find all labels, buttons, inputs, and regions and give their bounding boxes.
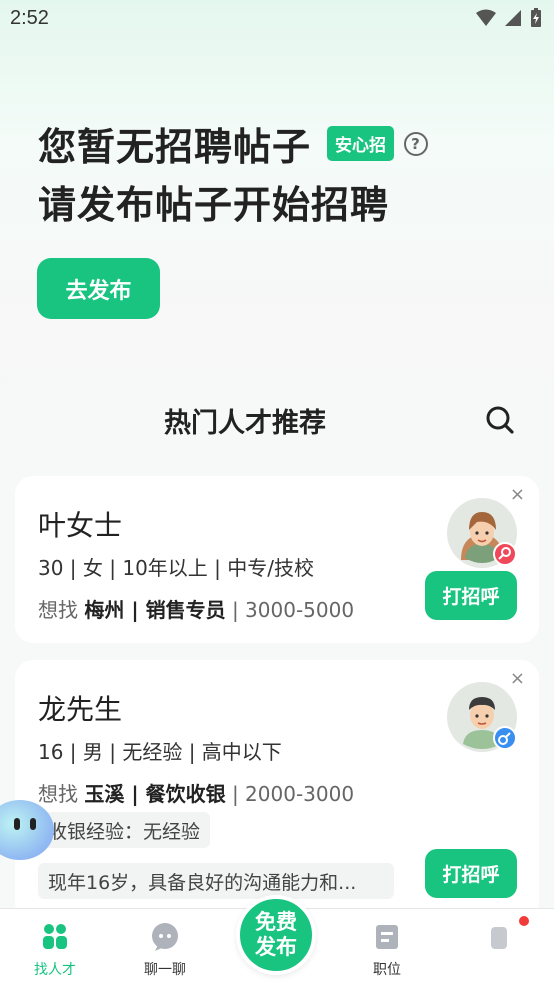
battery-icon bbox=[531, 8, 541, 27]
want-salary: | 2000-3000 bbox=[231, 782, 355, 806]
talent-want: 想找 玉溪 | 餐饮收银 | 2000-3000 bbox=[38, 778, 354, 807]
tab-label: 职位 bbox=[373, 962, 401, 978]
talent-info: 16 | 男 | 无经验 | 高中以下 bbox=[38, 740, 282, 764]
fab-line2: 发布 bbox=[255, 935, 297, 959]
greet-button[interactable]: 打招呼 bbox=[425, 571, 517, 620]
signal-icon bbox=[505, 10, 521, 26]
profile-icon bbox=[491, 927, 507, 949]
fab-line1: 免费 bbox=[255, 910, 297, 934]
want-salary: | 3000-5000 bbox=[231, 598, 355, 622]
hero-line2: 请发布帖子开始招聘 bbox=[38, 183, 390, 227]
notification-dot bbox=[519, 916, 529, 926]
assistant-bubble-icon[interactable] bbox=[0, 796, 56, 868]
talent-name: 叶女士 bbox=[38, 509, 123, 542]
talent-want: 想找 梅州 | 销售专员 | 3000-5000 bbox=[38, 594, 354, 623]
greet-button[interactable]: 打招呼 bbox=[425, 849, 517, 898]
tab-find-talent[interactable]: 找人才 bbox=[0, 909, 110, 984]
safe-recruit-badge: 安心招 bbox=[327, 126, 395, 161]
tab-positions[interactable]: 职位 bbox=[332, 909, 442, 984]
avatar bbox=[447, 498, 517, 568]
talent-card[interactable]: × 龙先生 16 | 男 | 无经验 | 高中以下 想找 玉溪 | 餐饮收银 |… bbox=[15, 660, 539, 920]
recommend-title: 热门人才推荐 bbox=[164, 408, 326, 439]
chat-icon bbox=[152, 923, 178, 951]
tab-profile[interactable] bbox=[444, 909, 554, 984]
experience-tag: 收银经验：无经验 bbox=[38, 812, 211, 848]
intro-text: 现年16岁，具备良好的沟通能力和... bbox=[38, 863, 394, 899]
hero-line1: 您暂无招聘帖子 安心招 ? bbox=[38, 116, 429, 171]
position-icon bbox=[376, 925, 398, 949]
want-prefix: 想找 bbox=[38, 598, 78, 622]
tab-label: 找人才 bbox=[34, 962, 76, 978]
tab-chat[interactable]: 聊一聊 bbox=[110, 909, 220, 984]
tab-label: 聊一聊 bbox=[144, 962, 186, 978]
avatar bbox=[447, 682, 517, 752]
close-icon[interactable]: × bbox=[510, 670, 525, 688]
status-icons bbox=[476, 8, 542, 28]
talent-card[interactable]: × 叶女士 30 | 女 | 10年以上 | 中专/技校 想找 梅州 | 销售专… bbox=[15, 476, 539, 643]
wifi-icon bbox=[476, 9, 496, 26]
publish-button[interactable]: 去发布 bbox=[37, 258, 160, 319]
find-talent-icon bbox=[43, 924, 67, 949]
want-position: 玉溪 | 餐饮收银 bbox=[84, 782, 226, 806]
talent-info: 30 | 女 | 10年以上 | 中专/技校 bbox=[38, 556, 314, 580]
talent-name: 龙先生 bbox=[38, 693, 123, 726]
hero-line1-text: 您暂无招聘帖子 bbox=[38, 125, 312, 169]
status-bar: 2:52 bbox=[0, 0, 554, 38]
help-icon[interactable]: ? bbox=[404, 131, 429, 156]
free-publish-button[interactable]: 免费 发布 bbox=[236, 895, 316, 975]
close-icon[interactable]: × bbox=[510, 486, 525, 504]
search-icon[interactable] bbox=[484, 404, 516, 436]
want-position: 梅州 | 销售专员 bbox=[84, 598, 226, 622]
status-time: 2:52 bbox=[10, 7, 49, 29]
